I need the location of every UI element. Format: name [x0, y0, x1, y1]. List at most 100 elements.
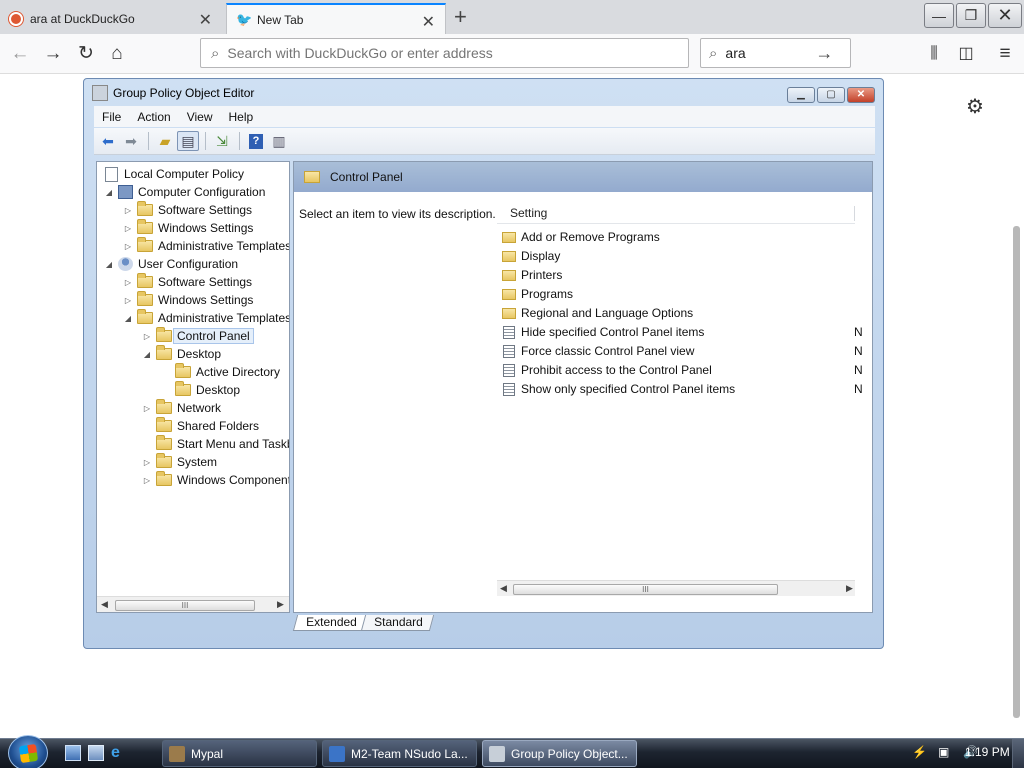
close-window-button[interactable]: ✕ [847, 87, 875, 103]
taskbar-button[interactable]: M2-Team NSudo La... [322, 740, 477, 767]
menu-view[interactable]: View [179, 110, 221, 124]
column-separator[interactable] [854, 206, 855, 221]
menu-file[interactable]: File [94, 110, 129, 124]
help-icon[interactable]: ? [245, 131, 267, 151]
setting-row[interactable]: Hide specified Control Panel items N [502, 323, 872, 341]
close-icon[interactable]: ✕ [199, 10, 212, 30]
monitor-tray-icon[interactable]: ▣ [938, 745, 949, 759]
collapsed-arrow-icon[interactable]: ▷ [141, 404, 153, 413]
menu-help[interactable]: Help [221, 110, 262, 124]
sidebar-icon[interactable]: ◫ [954, 42, 978, 66]
expanded-arrow-icon[interactable]: ◢ [141, 350, 153, 359]
tree-item[interactable]: Local Computer Policy [101, 165, 244, 183]
tree-item[interactable]: ▷ Network [141, 399, 221, 417]
back-arrow-icon[interactable]: ← [8, 42, 32, 66]
scroll-right-arrow-icon[interactable]: ▶ [846, 583, 853, 594]
collapsed-arrow-icon[interactable]: ▷ [122, 224, 134, 233]
maximize-button[interactable]: ▢ [817, 87, 845, 103]
setting-row[interactable]: Force classic Control Panel view N [502, 342, 872, 360]
search-input[interactable] [725, 45, 816, 61]
tree-item[interactable]: Shared Folders [141, 417, 259, 435]
export-list-icon[interactable]: ⇲ [211, 131, 233, 151]
reload-icon[interactable]: ↻ [74, 42, 98, 66]
restore-button[interactable]: ❐ [956, 3, 986, 28]
scrollbar-thumb[interactable]: III [513, 584, 778, 595]
scrollbar-thumb[interactable]: III [115, 600, 255, 611]
internet-explorer-icon[interactable]: e [111, 745, 127, 761]
collapsed-arrow-icon[interactable]: ▷ [141, 458, 153, 467]
close-icon[interactable]: ✕ [422, 12, 435, 32]
tree-item[interactable]: Start Menu and Taskbar [141, 435, 289, 453]
tree-item[interactable]: ◢ Computer Configuration [103, 183, 265, 201]
setting-row[interactable]: Show only specified Control Panel items N [502, 380, 872, 398]
scroll-left-arrow-icon[interactable]: ◀ [101, 599, 108, 610]
new-tab-button[interactable]: + [454, 4, 467, 30]
setting-row[interactable]: Programs [502, 285, 872, 303]
expanded-arrow-icon[interactable]: ◢ [103, 260, 115, 269]
scroll-right-arrow-icon[interactable]: ▶ [277, 599, 284, 610]
tree-item[interactable]: ▷ Windows Components [141, 471, 289, 489]
start-button[interactable] [8, 735, 48, 768]
tree-item[interactable]: ◢ User Configuration [103, 255, 238, 273]
search-bar[interactable]: ⌕ → [700, 38, 851, 68]
forward-arrow-icon[interactable]: ➡ [120, 131, 142, 151]
scroll-left-arrow-icon[interactable]: ◀ [500, 583, 507, 594]
tree-item[interactable]: Desktop [160, 381, 240, 399]
tab-duckduckgo[interactable]: ara at DuckDuckGo ✕ [0, 3, 222, 34]
network-tray-icon[interactable]: ⚡ [912, 745, 927, 759]
properties-icon[interactable]: ▥ [268, 131, 290, 151]
collapsed-arrow-icon[interactable]: ▷ [122, 278, 134, 287]
taskbar-button[interactable]: Group Policy Object... [482, 740, 637, 767]
collapsed-arrow-icon[interactable]: ▷ [141, 476, 153, 485]
page-scrollbar[interactable] [1010, 78, 1022, 722]
tree-item[interactable]: Active Directory [160, 363, 280, 381]
show-hide-tree-icon[interactable]: ▤ [177, 131, 199, 151]
setting-row[interactable]: Add or Remove Programs [502, 228, 872, 246]
close-window-button[interactable]: ✕ [988, 3, 1022, 28]
library-icon[interactable]: ⫼ [922, 42, 946, 66]
setting-row[interactable]: Printers [502, 266, 872, 284]
setting-row[interactable]: Prohibit access to the Control Panel N [502, 361, 872, 379]
tree-item[interactable]: ▷ Control Panel [141, 327, 254, 345]
scrollbar-thumb[interactable] [1013, 226, 1020, 718]
collapsed-arrow-icon[interactable]: ▷ [141, 332, 153, 341]
url-input[interactable] [227, 45, 668, 61]
tree-item[interactable]: ◢ Administrative Templates [122, 309, 289, 327]
back-arrow-icon[interactable]: ⬅ [97, 131, 119, 151]
collapsed-arrow-icon[interactable]: ▷ [122, 296, 134, 305]
forward-arrow-icon[interactable]: → [41, 42, 65, 66]
tree-item[interactable]: ▷ Windows Settings [122, 291, 253, 309]
expanded-arrow-icon[interactable]: ◢ [103, 188, 115, 197]
column-header-setting[interactable]: Setting [497, 204, 855, 224]
tree-item[interactable]: ▷ Windows Settings [122, 219, 253, 237]
address-bar[interactable]: ⌕ [200, 38, 689, 68]
menu-icon[interactable]: ≡ [993, 42, 1017, 66]
home-icon[interactable]: ⌂ [105, 42, 129, 66]
collapsed-arrow-icon[interactable]: ▷ [122, 242, 134, 251]
tab-extended[interactable]: Extended [292, 615, 368, 631]
tree-item[interactable]: ▷ Administrative Templates [122, 237, 289, 255]
go-arrow-icon[interactable]: → [815, 43, 833, 64]
collapsed-arrow-icon[interactable]: ▷ [122, 206, 134, 215]
tab-standard[interactable]: Standard [360, 615, 434, 631]
show-desktop-icon[interactable] [65, 745, 81, 761]
tree-item[interactable]: ▷ Software Settings [122, 201, 252, 219]
list-horizontal-scrollbar[interactable]: ◀ III ▶ [497, 580, 855, 596]
tree-item[interactable]: ◢ Desktop [141, 345, 221, 363]
tree-item[interactable]: ▷ Software Settings [122, 273, 252, 291]
show-desktop-button[interactable] [1012, 739, 1024, 768]
minimize-button[interactable]: — [924, 3, 954, 28]
up-folder-icon[interactable]: ▰ [154, 131, 176, 151]
menu-action[interactable]: Action [129, 110, 178, 124]
gear-icon[interactable]: ⚙ [966, 94, 984, 119]
setting-row[interactable]: Regional and Language Options [502, 304, 872, 322]
expanded-arrow-icon[interactable]: ◢ [122, 314, 134, 323]
setting-row[interactable]: Display [502, 247, 872, 265]
switch-windows-icon[interactable] [88, 745, 104, 761]
clock-text[interactable]: 1:19 PM [965, 745, 1010, 759]
taskbar-button[interactable]: Mypal [162, 740, 317, 767]
tab-new-tab[interactable]: 🐦 New Tab ✕ [226, 3, 446, 34]
tree-item[interactable]: ▷ System [141, 453, 217, 471]
tree-horizontal-scrollbar[interactable]: ◀ III ▶ [97, 596, 289, 612]
minimize-button[interactable]: ▁ [787, 87, 815, 103]
